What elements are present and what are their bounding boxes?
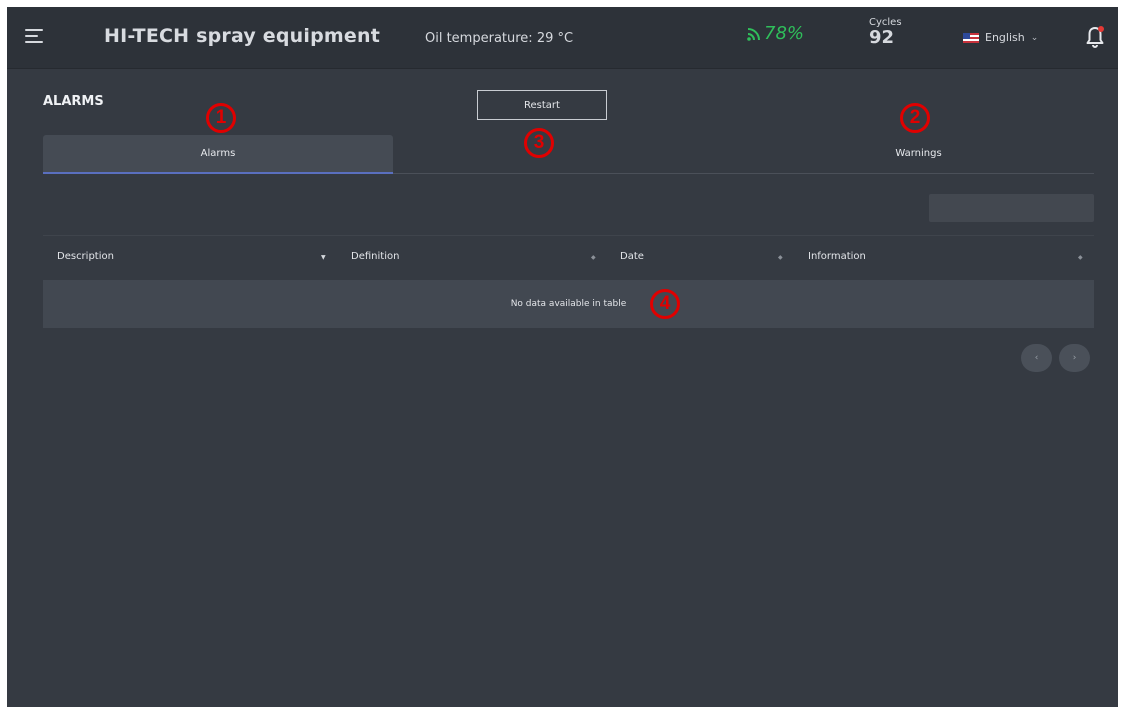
- restart-button[interactable]: Restart: [477, 90, 607, 120]
- language-label: English: [985, 31, 1025, 44]
- chevron-right-icon: ›: [1072, 353, 1077, 363]
- app-title: HI-TECH spray equipment: [104, 25, 380, 47]
- oil-temperature: Oil temperature: 29 °C: [425, 31, 574, 46]
- alarms-table: Description ▼ Definition ◆ Date ◆ Inform…: [43, 235, 1094, 328]
- us-flag-icon: [963, 32, 979, 43]
- language-selector[interactable]: English ⌄: [963, 31, 1038, 44]
- callout-marker: 1: [206, 103, 236, 133]
- callout-marker: 3: [524, 128, 554, 158]
- column-header-description[interactable]: Description: [57, 251, 114, 262]
- prev-page-button[interactable]: ‹: [1021, 344, 1052, 372]
- next-page-button[interactable]: ›: [1059, 344, 1090, 372]
- cycles-counter: Cycles 92: [869, 17, 902, 48]
- cycles-value: 92: [869, 27, 895, 48]
- signal-indicator: 78%: [747, 23, 804, 44]
- signal-icon: [747, 27, 760, 41]
- chevron-down-icon: ⌄: [1030, 32, 1039, 43]
- page-title: ALARMS: [43, 94, 104, 109]
- tab-alarms[interactable]: Alarms: [43, 135, 393, 174]
- column-header-definition[interactable]: Definition: [351, 251, 399, 262]
- bell-icon[interactable]: [1085, 25, 1105, 49]
- menu-icon[interactable]: [25, 29, 43, 43]
- sort-descending-icon[interactable]: ▼: [321, 254, 326, 261]
- table-header: Description ▼ Definition ◆ Date ◆ Inform…: [43, 235, 1094, 280]
- app-window: HI-TECH spray equipment Oil temperature:…: [7, 7, 1118, 707]
- chevron-left-icon: ‹: [1034, 353, 1039, 363]
- tab-bar: Alarms Warnings: [43, 135, 1094, 174]
- sort-icon[interactable]: ◆: [778, 254, 783, 261]
- column-header-date[interactable]: Date: [620, 251, 644, 262]
- table-empty-row: No data available in table: [43, 280, 1094, 328]
- top-bar: HI-TECH spray equipment Oil temperature:…: [7, 7, 1118, 69]
- empty-table-message: No data available in table: [510, 299, 627, 309]
- column-header-information[interactable]: Information: [808, 251, 866, 262]
- sort-icon[interactable]: ◆: [591, 254, 596, 261]
- search-input[interactable]: [929, 194, 1094, 222]
- sort-icon[interactable]: ◆: [1078, 254, 1083, 261]
- tab-warnings[interactable]: Warnings: [743, 135, 1094, 172]
- signal-strength-value: 78%: [764, 23, 805, 44]
- callout-marker: 4: [650, 289, 680, 319]
- callout-marker: 2: [900, 103, 930, 133]
